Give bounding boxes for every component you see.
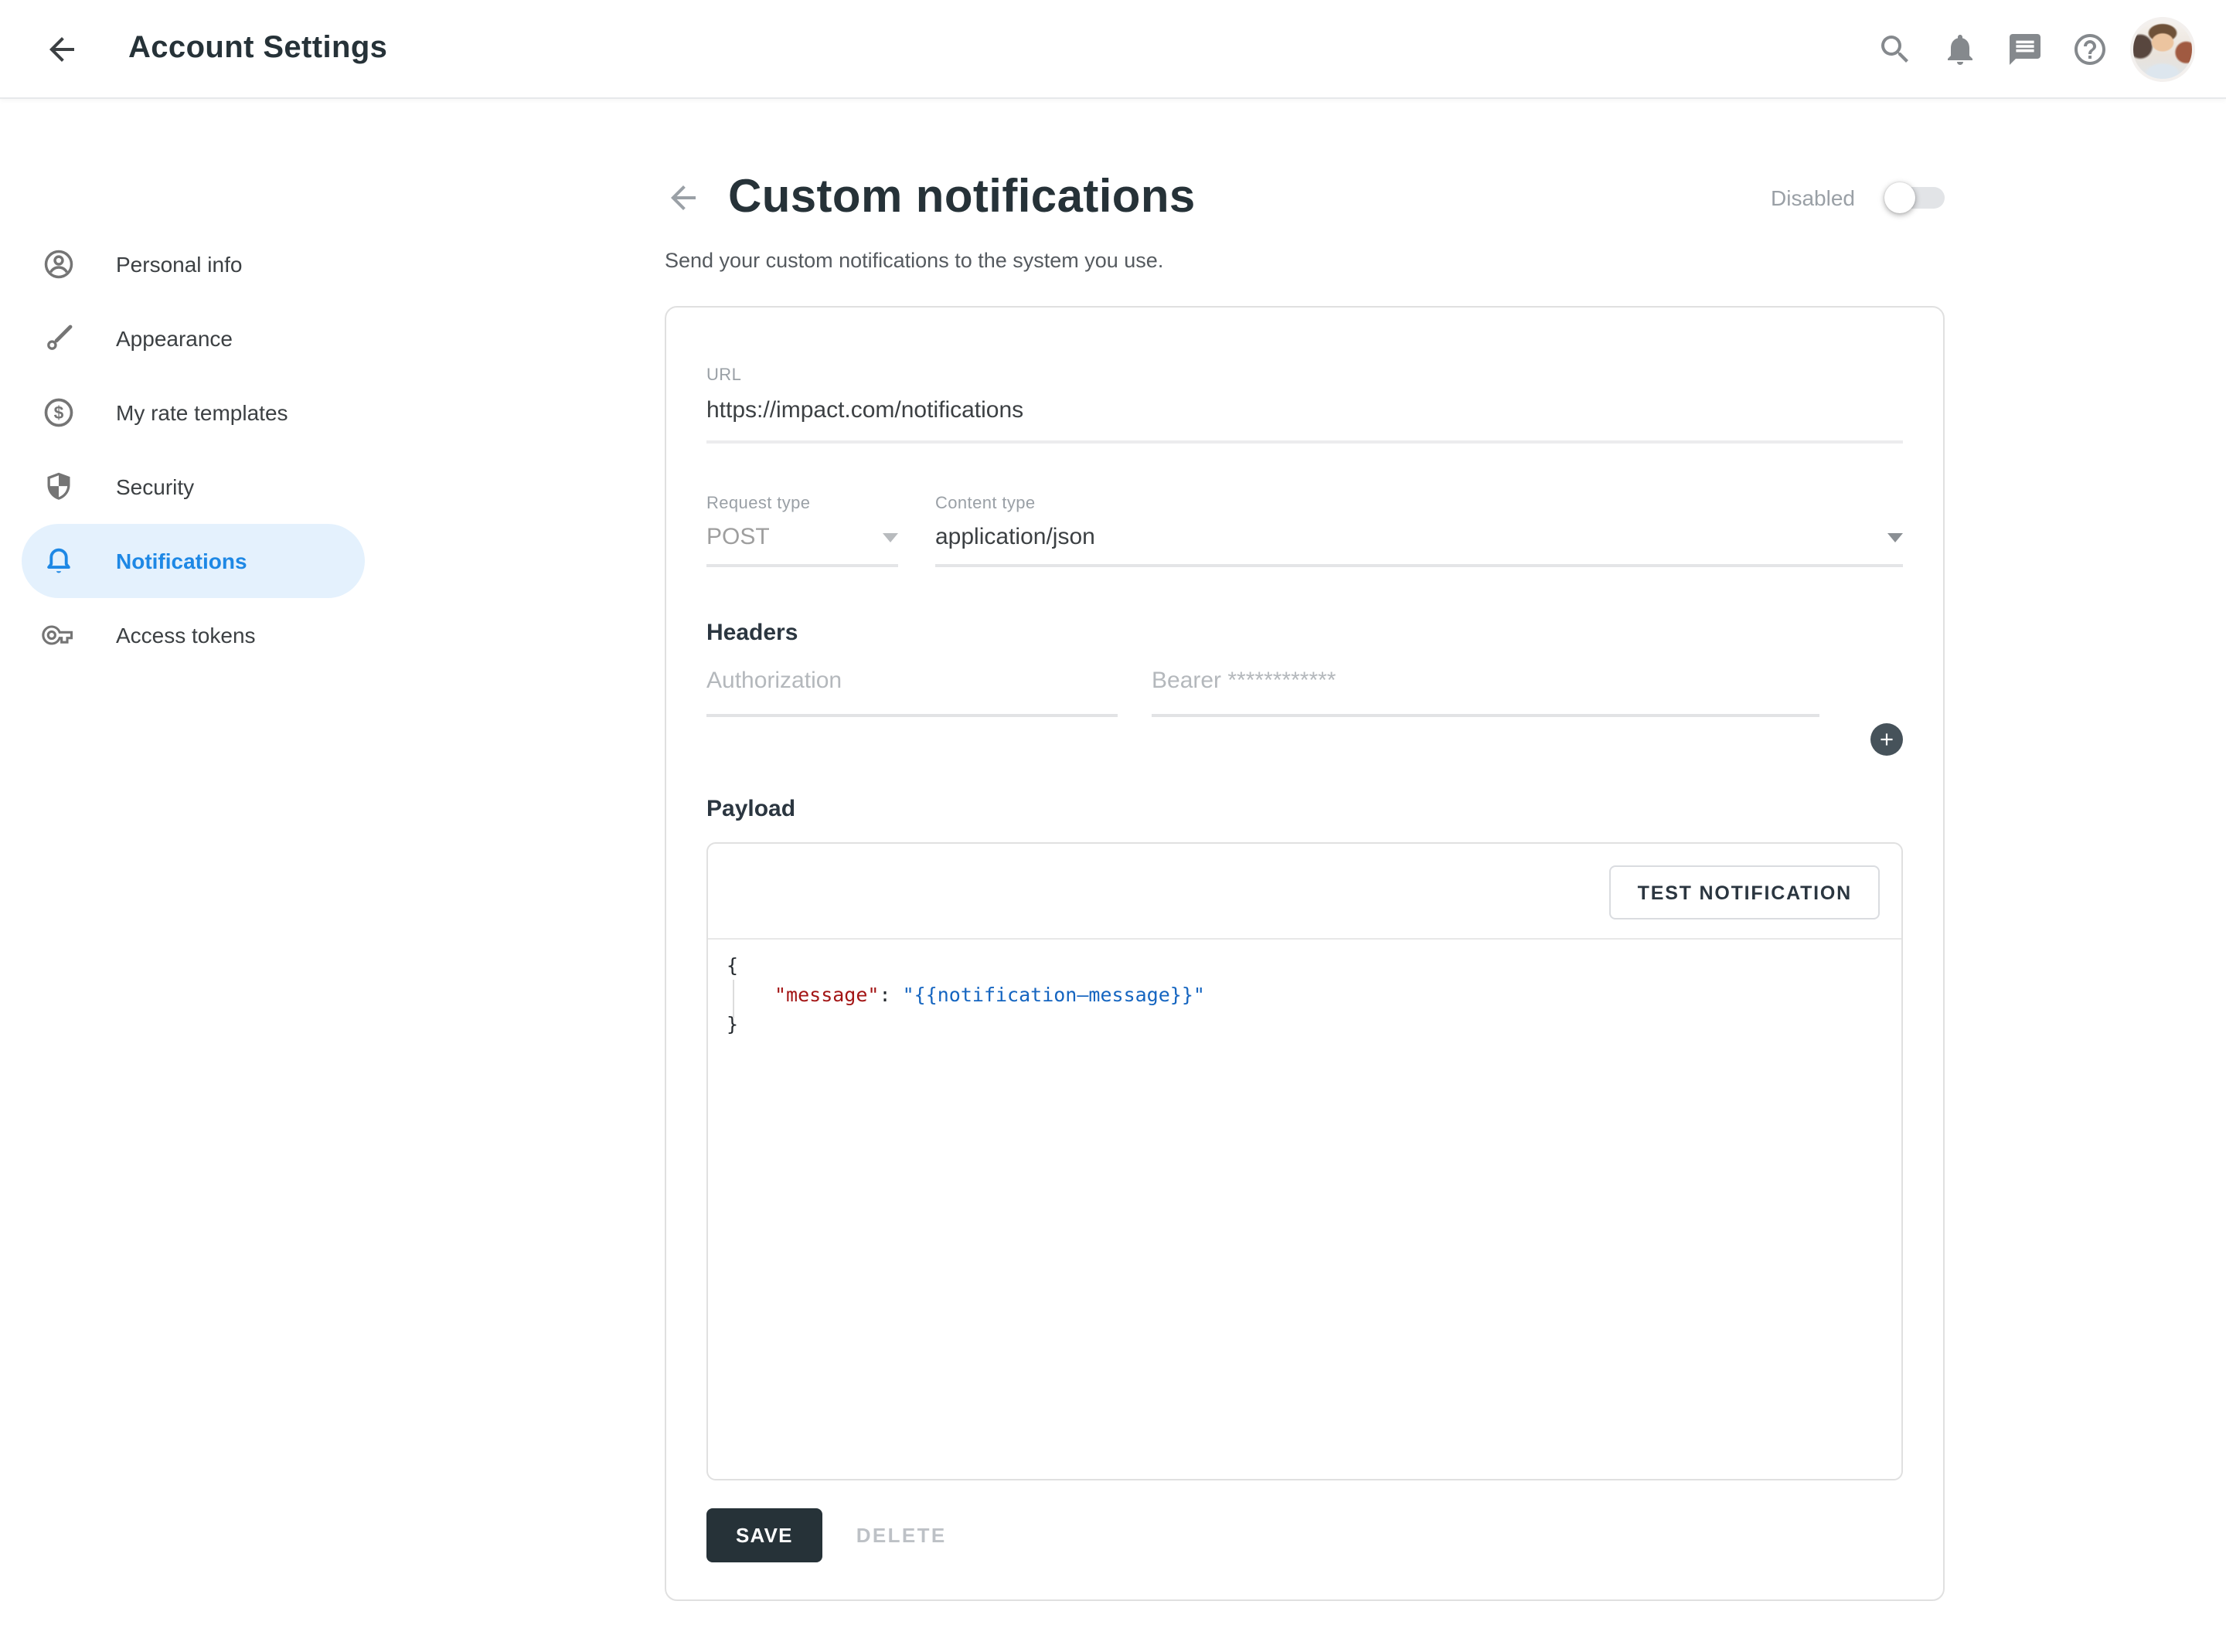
chat-icon[interactable]: [2006, 30, 2044, 67]
code-line: "message": "{{notification—message}}": [727, 980, 1901, 1009]
app-title: Account Settings: [128, 31, 387, 66]
content-type-select[interactable]: application/json: [935, 524, 1903, 567]
status-toggle-group: Disabled: [1771, 182, 1945, 213]
help-icon[interactable]: [2071, 30, 2109, 67]
request-type-select[interactable]: POST: [706, 524, 898, 567]
code-key: "message": [774, 983, 879, 1006]
topbar: Account Settings: [0, 0, 2226, 99]
payload-toolbar: TEST NOTIFICATION: [708, 844, 1901, 940]
shield-icon: [40, 468, 77, 505]
plus-icon: [1877, 729, 1897, 750]
content-type-label: Content type: [935, 495, 1903, 513]
back-arrow-icon[interactable]: [43, 30, 80, 67]
url-field: URL https://impact.com/notifications: [706, 366, 1903, 444]
main-content: Custom notifications Disabled Send your …: [470, 99, 2226, 1647]
search-icon[interactable]: [1877, 30, 1914, 67]
sidebar-item-label: Appearance: [116, 326, 233, 351]
payload-editor: TEST NOTIFICATION { "message": "{{notifi…: [706, 842, 1903, 1480]
page-subtitle: Send your custom notifications to the sy…: [665, 249, 1945, 272]
headers-row: Authorization Bearer ************: [706, 668, 1903, 717]
add-header-button[interactable]: [1870, 723, 1903, 756]
bell-icon: [40, 542, 77, 580]
svg-text:$: $: [54, 403, 64, 423]
url-input[interactable]: https://impact.com/notifications: [706, 397, 1903, 444]
code-line: }: [727, 1009, 1901, 1038]
payload-code-input[interactable]: { "message": "{{notification—message}}" …: [708, 940, 1901, 1479]
header-name-input[interactable]: Authorization: [706, 668, 1118, 717]
page-header: Custom notifications Disabled: [665, 161, 1945, 235]
request-type-value: POST: [706, 524, 870, 550]
save-button[interactable]: SAVE: [706, 1508, 822, 1562]
sidebar-item-label: Notifications: [116, 549, 247, 573]
chevron-down-icon: [883, 532, 898, 542]
page-title: Custom notifications: [728, 172, 1196, 224]
person-circle-icon: [40, 246, 77, 283]
test-notification-button[interactable]: TEST NOTIFICATION: [1610, 865, 1880, 919]
toggle-status-label: Disabled: [1771, 185, 1855, 210]
request-type-label: Request type: [706, 495, 898, 513]
page-back-arrow-icon[interactable]: [665, 179, 702, 216]
brush-icon: [40, 320, 77, 357]
key-icon: [40, 617, 77, 654]
request-type-field: Request type POST: [706, 495, 898, 567]
toggle-knob: [1884, 182, 1915, 213]
add-header-row: [706, 723, 1903, 756]
type-row: Request type POST Content type applicati…: [706, 495, 1903, 567]
sidebar-item-label: Security: [116, 474, 194, 499]
sidebar-item-security[interactable]: Security: [22, 450, 365, 524]
body: Personal info Appearance $: [0, 99, 2226, 1647]
sidebar-item-my-rate-templates[interactable]: $ My rate templates: [22, 376, 365, 450]
chevron-down-icon: [1887, 532, 1903, 542]
code-line: {: [727, 950, 1901, 980]
url-label: URL: [706, 366, 1903, 385]
sidebar: Personal info Appearance $: [0, 99, 470, 672]
user-avatar[interactable]: [2130, 16, 2195, 81]
notification-settings-card: URL https://impact.com/notifications Req…: [665, 306, 1945, 1601]
code-separator: :: [879, 983, 902, 1006]
payload-section-title: Payload: [706, 796, 1903, 822]
sidebar-item-access-tokens[interactable]: Access tokens: [22, 598, 365, 672]
action-buttons: SAVE DELETE: [706, 1508, 1903, 1562]
sidebar-item-notifications[interactable]: Notifications: [22, 524, 365, 598]
notifications-bell-icon[interactable]: [1942, 30, 1979, 67]
sidebar-item-personal-info[interactable]: Personal info: [22, 227, 365, 301]
sidebar-item-label: Access tokens: [116, 623, 256, 648]
sidebar-item-appearance[interactable]: Appearance: [22, 301, 365, 376]
headers-section-title: Headers: [706, 620, 1903, 646]
delete-button[interactable]: DELETE: [841, 1508, 962, 1562]
screen: Account Settings: [0, 0, 2226, 1652]
dollar-circle-icon: $: [40, 394, 77, 431]
content-type-value: application/json: [935, 524, 1875, 550]
sidebar-item-label: My rate templates: [116, 400, 288, 425]
enable-toggle[interactable]: [1889, 182, 1945, 213]
header-value-input[interactable]: Bearer ************: [1152, 668, 1819, 717]
indent-guide: [733, 980, 734, 1018]
content-type-field: Content type application/json: [935, 495, 1903, 567]
code-value: "{{notification—message}}": [903, 983, 1205, 1006]
sidebar-item-label: Personal info: [116, 252, 242, 277]
